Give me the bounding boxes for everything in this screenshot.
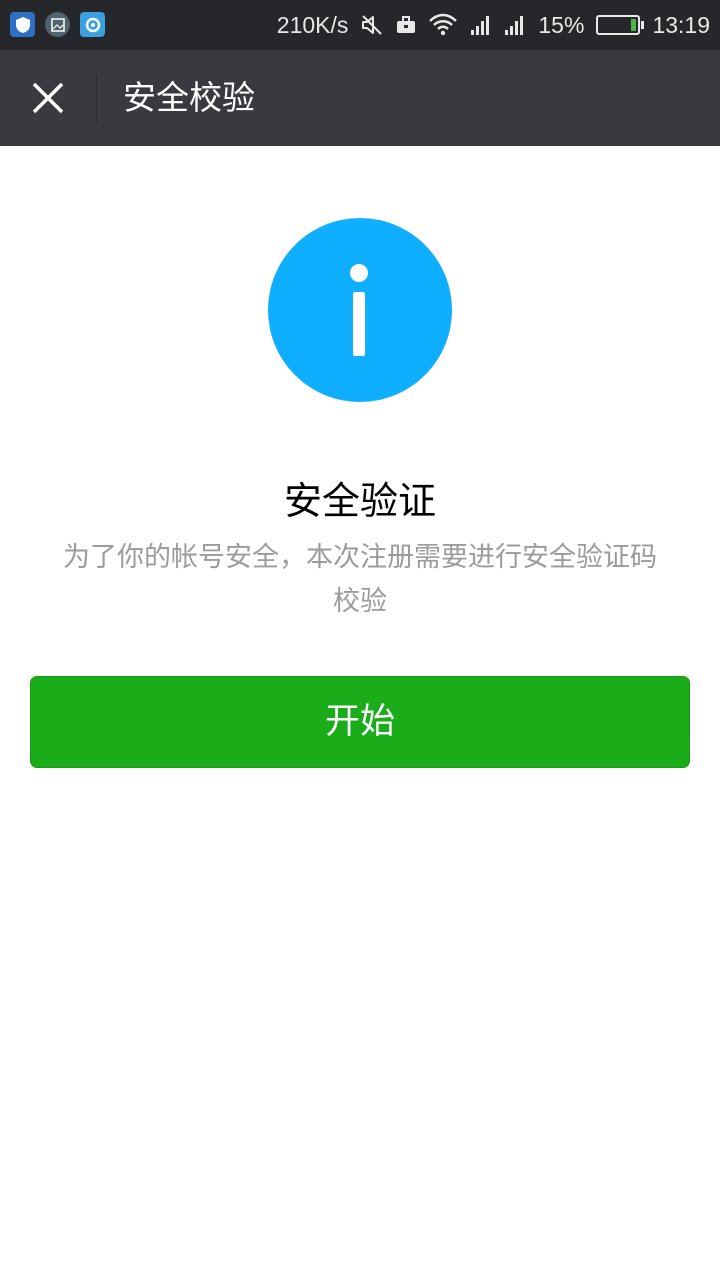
browser-app-icon bbox=[80, 12, 105, 37]
briefcase-icon bbox=[396, 16, 416, 34]
wifi-icon bbox=[428, 13, 458, 37]
start-button[interactable]: 开始 bbox=[30, 676, 690, 768]
page-title: 安全校验 bbox=[123, 78, 255, 117]
battery-fill bbox=[631, 19, 637, 31]
shield-app-icon bbox=[10, 12, 35, 37]
signal-icon bbox=[504, 14, 526, 36]
battery-percent: 15% bbox=[538, 11, 585, 38]
status-right: 210K/s 15% 13:19 bbox=[277, 0, 710, 50]
nav-bar: 安全校验 bbox=[0, 50, 720, 146]
clock: 13:19 bbox=[652, 11, 710, 38]
status-bar: 210K/s 15% 13:19 bbox=[0, 0, 720, 50]
close-icon bbox=[32, 82, 64, 114]
info-icon-dot bbox=[350, 264, 368, 282]
message-title: 安全验证 bbox=[283, 479, 436, 523]
notification-icons bbox=[10, 12, 105, 37]
message-description: 为了你的帐号安全，本次注册需要进行安全验证码校验 bbox=[63, 542, 657, 617]
image-app-icon bbox=[45, 12, 70, 37]
network-speed: 210K/s bbox=[276, 11, 349, 38]
signal-icon bbox=[470, 14, 492, 36]
info-icon bbox=[268, 218, 452, 402]
nav-divider bbox=[96, 74, 97, 122]
mute-icon bbox=[360, 13, 384, 37]
battery-icon bbox=[596, 15, 645, 35]
close-button[interactable] bbox=[20, 70, 76, 126]
info-icon-stem bbox=[353, 292, 365, 356]
